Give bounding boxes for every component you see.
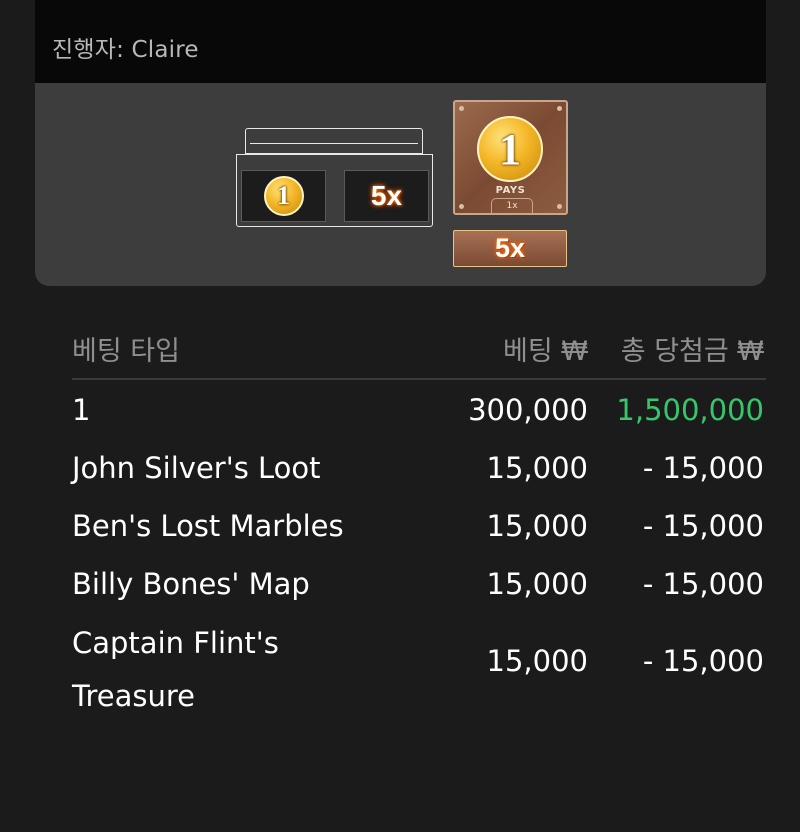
bet-amount: 15,000 xyxy=(486,509,588,543)
chest-slot-multiplier: 5x xyxy=(344,170,429,222)
card-pays-multiplier: 1x xyxy=(491,198,533,213)
gold-coin-icon: 1 xyxy=(477,116,543,182)
bet-type-line: Captain Flint's xyxy=(72,626,279,660)
bet-amount: 15,000 xyxy=(486,451,588,485)
bet-type-line: Treasure xyxy=(72,679,195,713)
round-result-panel: 1 5x 1 PAYS 1x 5x xyxy=(35,83,766,286)
card-pays-label: PAYS xyxy=(495,185,526,196)
column-header-bet-type: 베팅 타입 xyxy=(72,336,180,367)
chest-multiplier: 5x xyxy=(370,180,403,211)
table-header: 베팅 타입 베팅 ₩ 총 당첨금 ₩ xyxy=(72,325,766,380)
rivet xyxy=(459,204,464,209)
bet-type: 1 xyxy=(72,393,91,427)
win-amount: - 15,000 xyxy=(642,451,764,485)
bet-type: John Silver's Loot xyxy=(72,451,321,485)
bet-amount: 15,000 xyxy=(486,644,588,678)
chest-body: 1 5x xyxy=(236,154,433,227)
win-amount: 1,500,000 xyxy=(616,393,764,427)
win-amount: - 15,000 xyxy=(642,644,764,678)
rivet xyxy=(557,204,562,209)
bet-type: Ben's Lost Marbles xyxy=(72,509,344,543)
win-amount: - 15,000 xyxy=(642,567,764,601)
chest-slot-coin: 1 xyxy=(241,170,326,222)
bet-type: Billy Bones' Map xyxy=(72,567,310,601)
bonus-multiplier: 5x xyxy=(494,233,526,263)
table-row: 1 300,000 1,500,000 xyxy=(72,383,766,441)
gold-coin-icon: 1 xyxy=(263,176,304,216)
presenter-label: 진행자: Claire xyxy=(52,37,199,63)
table-row: Ben's Lost Marbles 15,000 - 15,000 xyxy=(72,499,766,557)
table-row: Captain Flint's Treasure 15,000 - 15,000 xyxy=(72,615,766,727)
rivet xyxy=(459,106,464,111)
bet-amount: 15,000 xyxy=(486,567,588,601)
won-currency-icon: ₩ xyxy=(737,336,764,367)
bonus-multiplier-badge: 5x xyxy=(453,230,567,267)
pays-card-icon: 1 PAYS 1x xyxy=(453,100,568,215)
game-header: 진행자: Claire xyxy=(35,0,766,83)
bet-type: Captain Flint's Treasure xyxy=(72,617,279,723)
column-header-bet: 베팅 ₩ xyxy=(503,336,588,367)
won-currency-icon: ₩ xyxy=(561,336,588,367)
win-amount: - 15,000 xyxy=(642,509,764,543)
rivet xyxy=(557,106,562,111)
chest-lid xyxy=(245,128,423,154)
bet-results-table: 베팅 타입 베팅 ₩ 총 당첨금 ₩ 1 300,000 1,500,000 J… xyxy=(72,325,766,727)
treasure-chest-icon: 1 5x xyxy=(235,128,435,228)
column-header-total-win: 총 당첨금 ₩ xyxy=(620,336,764,367)
table-row: Billy Bones' Map 15,000 - 15,000 xyxy=(72,557,766,615)
table-row: John Silver's Loot 15,000 - 15,000 xyxy=(72,441,766,499)
bet-amount: 300,000 xyxy=(468,393,588,427)
